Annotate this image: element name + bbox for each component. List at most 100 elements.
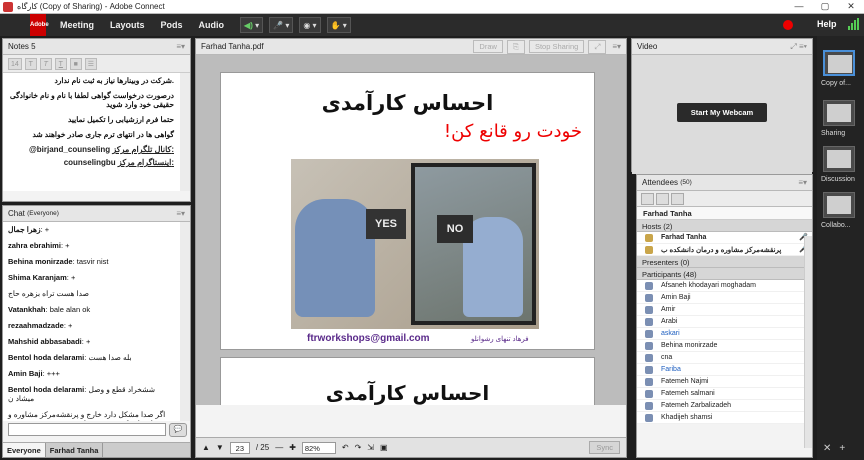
attendee-row[interactable]: Behina monirzade — [637, 340, 812, 352]
layout-collaboration[interactable]: Collabo... — [821, 192, 861, 229]
attendee-row[interactable]: Amin Baji — [637, 292, 812, 304]
share-pod: Farhad Tanha.pdf Draw ⎘ Stop Sharing ⤢ ≡… — [195, 38, 627, 458]
participants-section-header[interactable]: Participants (48) — [637, 268, 812, 280]
maximize-button[interactable]: ▢ — [812, 1, 838, 12]
attendee-row[interactable]: Fatemeh Zarbalizadeh — [637, 400, 812, 412]
attendee-row[interactable]: Fatemeh salmani — [637, 388, 812, 400]
sync-button[interactable]: Sync — [589, 441, 620, 454]
layout-thumbnail — [823, 192, 855, 218]
document-viewer[interactable]: احساس کارآمدی خودت رو قانع کن! YES NO ft… — [196, 55, 626, 405]
draw-button[interactable]: Draw — [473, 40, 503, 53]
minimize-button[interactable]: — — [786, 1, 812, 12]
rotate-left-icon[interactable]: ↶ — [342, 443, 349, 452]
page-down-icon[interactable]: ▼ — [216, 443, 224, 452]
attendee-row[interactable]: پرنقشه‌مرکز مشاوره و درمان دانشکده ب🎤 — [637, 244, 812, 256]
attendee-row[interactable]: Fatemeh Najmi — [637, 376, 812, 388]
menu-help[interactable]: Help — [817, 19, 837, 29]
attendee-row[interactable]: cna — [637, 352, 812, 364]
tab-everyone[interactable]: Everyone — [3, 443, 46, 457]
fit-page-icon[interactable]: ⇲ — [367, 443, 374, 452]
menu-pods[interactable]: Pods — [161, 20, 183, 30]
raise-hand-button[interactable]: ✋ ▾ — [326, 17, 351, 33]
attendee-row[interactable]: Farhad Tanha🎤 — [637, 232, 812, 244]
menu-bar: Adobe Meeting Layouts Pods Audio ◀) ▾ 🎤 … — [0, 14, 864, 36]
pdf-next-page: احساس کارآمدی — [220, 357, 595, 405]
slide-subtitle: خودت رو قانع کن! — [443, 121, 582, 142]
pod-menu-icon[interactable]: ≡▾ — [798, 178, 807, 187]
zoom-out-icon[interactable]: — — [275, 443, 283, 452]
attendees-count: (50) — [680, 179, 692, 186]
microphone-button[interactable]: 🎤 ▾ — [269, 17, 294, 33]
menu-layouts[interactable]: Layouts — [110, 20, 145, 30]
speaker-button[interactable]: ◀) ▾ — [240, 17, 264, 33]
pod-menu-icon[interactable]: ⤢ ≡▾ — [790, 42, 807, 52]
share-pod-header: Farhad Tanha.pdf Draw ⎘ Stop Sharing ⤢ ≡… — [196, 39, 626, 55]
attendee-row[interactable]: Khadijeh shamsi — [637, 412, 812, 424]
close-button[interactable]: ✕ — [838, 1, 864, 12]
list-view-icon[interactable] — [641, 192, 654, 205]
zoom-in-icon[interactable]: ✚ — [289, 443, 296, 452]
notes-line: گواهی ها در انتهای ترم جاری صادر خواهند … — [32, 130, 174, 139]
fullscreen-icon[interactable]: ⤢ — [588, 39, 607, 54]
menu-meeting[interactable]: Meeting — [60, 20, 94, 30]
pdf-page: احساس کارآمدی خودت رو قانع کن! YES NO ft… — [220, 72, 595, 350]
attendee-row[interactable]: Arabi — [637, 316, 812, 328]
add-layout-icon[interactable]: + — [839, 443, 853, 454]
current-user: Farhad Tanha — [637, 207, 812, 220]
webcam-button[interactable]: ◉ ▾ — [299, 17, 321, 33]
menu-audio[interactable]: Audio — [199, 20, 225, 30]
hand-icon: ✋ — [330, 20, 341, 30]
thumbnails-icon[interactable]: ▣ — [380, 443, 388, 452]
underline-icon[interactable]: T — [54, 57, 67, 70]
pod-menu-icon[interactable]: ≡▾ — [176, 209, 185, 218]
font-size-select[interactable]: 14 — [8, 57, 22, 70]
hosts-section-header[interactable]: Hosts (2) — [637, 220, 812, 232]
rotate-right-icon[interactable]: ↷ — [355, 443, 362, 452]
notes-pod-header: Notes 5 ≡▾ — [3, 39, 190, 55]
attendee-row[interactable]: Amir — [637, 304, 812, 316]
list-icon[interactable]: ☰ — [84, 57, 98, 70]
rail-tools: ✕+ — [823, 443, 853, 454]
notes-content[interactable]: .شرکت در وبینارها نیاز به ثبت نام ندارد … — [3, 73, 190, 191]
start-webcam-button[interactable]: Start My Webcam — [677, 103, 767, 122]
tab-farhad-tanha[interactable]: Farhad Tanha — [46, 443, 104, 457]
chat-title: Chat — [8, 209, 25, 218]
slide-photo-man-mirror: YES NO — [291, 159, 539, 329]
notes-line: درصورت درخواست گواهی لطفا با نام و نام خ… — [9, 91, 174, 109]
breakout-icon[interactable] — [671, 192, 684, 205]
grid-view-icon[interactable] — [656, 192, 669, 205]
bold-icon[interactable]: T — [24, 57, 37, 70]
attendees-pod: Attendees (50) ≡▾ Farhad Tanha Hosts (2)… — [636, 174, 813, 458]
attendees-toolbar — [637, 191, 812, 207]
layout-sharing[interactable]: Sharing — [821, 100, 861, 137]
chat-scope: (Everyone) — [27, 210, 59, 217]
annotation-tool-icon[interactable]: ⎘ — [506, 39, 525, 54]
page-up-icon[interactable]: ▲ — [202, 443, 210, 452]
pod-menu-icon[interactable]: ≡▾ — [176, 42, 185, 51]
chat-input[interactable] — [8, 423, 166, 436]
attendees-scrollbar[interactable] — [804, 236, 812, 448]
attendee-row[interactable]: Fariba — [637, 364, 812, 376]
record-indicator-icon[interactable] — [783, 20, 793, 30]
attendee-row[interactable]: askari — [637, 328, 812, 340]
italic-icon[interactable]: T — [39, 57, 52, 70]
color-icon[interactable]: ■ — [69, 57, 82, 70]
tools-icon[interactable]: ✕ — [823, 443, 839, 454]
layout-discussion[interactable]: Discussion — [821, 146, 861, 183]
chat-message: Bentol hoda delarami: ششخراد قطع و وصل م… — [8, 385, 156, 403]
video-pod: Video ⤢ ≡▾ Start My Webcam — [631, 38, 813, 174]
video-title: Video — [637, 42, 658, 51]
chat-message: rezaahmadzade: + — [8, 321, 73, 330]
stop-sharing-button[interactable]: Stop Sharing — [528, 40, 585, 53]
page-number-input[interactable]: 23 — [229, 441, 250, 454]
pod-menu-icon[interactable]: ≡▾ — [612, 42, 621, 51]
attendee-row[interactable]: Afsaneh khodayari moghadam — [637, 280, 812, 292]
chat-message: اگر صدا مشکل دارد خارج و پرنقشه‌مرکز مشا… — [8, 410, 166, 421]
document-nav-bar: ▲ ▼ 23 / 25 — ✚ 82% ↶ ↷ ⇲ ▣ Sync — [196, 437, 626, 457]
presenters-section-header[interactable]: Presenters (0) — [637, 256, 812, 268]
layout-copy-of-sharing[interactable]: Copy of... — [821, 50, 861, 87]
instagram-label: اینستاگرام مرکز: — [117, 158, 174, 167]
yes-sign: YES — [366, 209, 406, 239]
send-message-button[interactable]: 💬 — [169, 423, 187, 437]
zoom-select[interactable]: 82% — [301, 441, 336, 454]
